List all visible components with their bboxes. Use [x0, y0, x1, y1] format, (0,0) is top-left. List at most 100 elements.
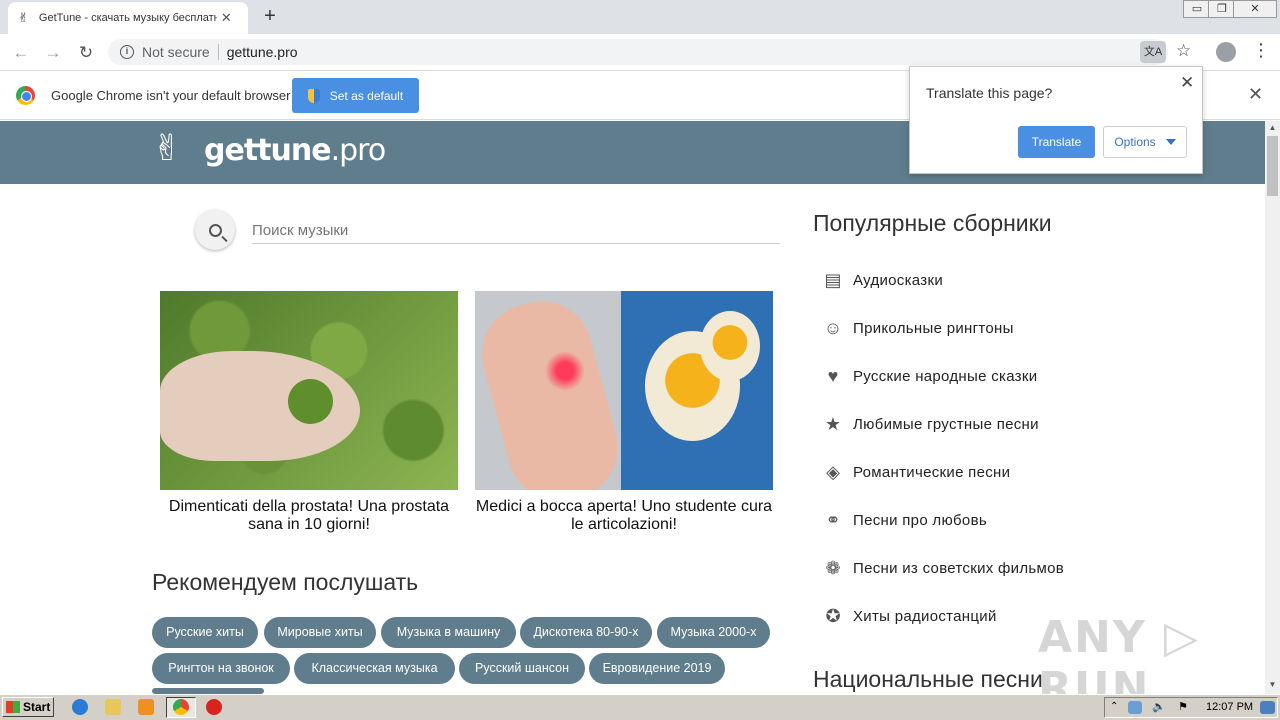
- logo-hand-icon[interactable]: ✌: [152, 127, 182, 169]
- sidebar-item-sad-songs[interactable]: ★ Любимые грустные песни: [822, 412, 1039, 436]
- kebab-menu-icon[interactable]: ⋮: [1252, 40, 1270, 61]
- profile-avatar-icon[interactable]: [1216, 42, 1236, 62]
- star-icon: ★: [824, 414, 842, 434]
- site-logo[interactable]: gettune.pro: [204, 133, 387, 168]
- logo-name: gettune: [204, 133, 332, 168]
- reload-icon[interactable]: ↻: [75, 42, 97, 64]
- search-icon: [208, 223, 222, 237]
- translate-close-icon[interactable]: ✕: [1180, 73, 1194, 93]
- set-as-default-label: Set as default: [329, 88, 404, 103]
- tag-music-2000[interactable]: Музыка 2000-х: [657, 617, 770, 648]
- ie-icon[interactable]: [72, 699, 88, 715]
- ad-image-knee-glow: [545, 351, 585, 391]
- media-player-icon[interactable]: [138, 699, 154, 715]
- translate-question: Translate this page?: [926, 85, 1053, 101]
- restore-button[interactable]: ❐: [1208, 0, 1236, 18]
- caret-down-icon: [1165, 139, 1176, 145]
- popular-collections-heading: Популярные сборники: [813, 210, 1052, 236]
- sidebar-item-label: Русские народные сказки: [853, 367, 1038, 385]
- url-text: gettune.pro: [226, 44, 298, 60]
- search-button[interactable]: [195, 210, 235, 250]
- start-label: Start: [23, 700, 51, 714]
- minimize-button[interactable]: ▭: [1183, 0, 1211, 18]
- sidebar-item-love-songs[interactable]: ⚭ Песни про любовь: [822, 508, 987, 532]
- opera-icon[interactable]: [206, 699, 222, 715]
- tag-ringtone[interactable]: Рингтон на звонок: [152, 653, 290, 684]
- tag-russian-hits[interactable]: Русские хиты: [152, 617, 258, 648]
- sidebar-item-audiotales[interactable]: ▤ Аудиосказки: [822, 268, 943, 292]
- show-desktop-icon[interactable]: [1260, 701, 1275, 714]
- sidebar-item-label: Романтические песни: [853, 463, 1011, 481]
- ad-image-joints[interactable]: [475, 291, 773, 490]
- new-tab-button[interactable]: +: [258, 4, 282, 28]
- logo-tld: .pro: [330, 133, 387, 168]
- chrome-icon: [173, 699, 189, 715]
- sidebar-item-funny-ringtones[interactable]: ☺ Прикольные рингтоны: [822, 316, 1014, 340]
- options-label: Options: [1114, 135, 1156, 149]
- sidebar-item-label: Прикольные рингтоны: [853, 319, 1014, 337]
- volume-icon[interactable]: 🔈: [1152, 701, 1166, 714]
- folder-icon[interactable]: [105, 699, 121, 715]
- infobar-message: Google Chrome isn't your default browser: [51, 88, 291, 103]
- chrome-logo-icon: [16, 86, 35, 105]
- vertical-scrollbar[interactable]: [1265, 121, 1280, 694]
- tag-classical[interactable]: Классическая музыка: [294, 653, 455, 684]
- tag-car-music[interactable]: Музыка в машину: [381, 617, 516, 648]
- start-button[interactable]: Start: [2, 697, 54, 717]
- translate-button[interactable]: Translate: [1018, 126, 1095, 158]
- ad-image-cone-shape: [288, 379, 333, 424]
- windows-flag-icon: [6, 701, 20, 713]
- gettune-favicon-icon: ✌: [18, 10, 29, 25]
- address-bar[interactable]: i Not secure gettune.pro: [108, 39, 1168, 65]
- cake-icon: ▤: [824, 270, 842, 290]
- infobar-close-icon[interactable]: ✕: [1248, 84, 1263, 105]
- ad-title-link[interactable]: Dimenticati della prostata! Una prostata…: [154, 498, 464, 534]
- sidebar-item-romantic-songs[interactable]: ◈ Романтические песни: [822, 460, 1010, 484]
- sidebar-item-soviet-films[interactable]: ❁ Песни из советских фильмов: [822, 556, 1064, 580]
- recommended-heading: Рекомендуем послушать: [152, 569, 419, 595]
- scrollbar-thumb[interactable]: [1267, 136, 1278, 196]
- scroll-up-icon[interactable]: ▲: [1265, 121, 1280, 135]
- tag-disco-80-90[interactable]: Дискотека 80-90-х: [520, 617, 652, 648]
- tag-chanson[interactable]: Русский шансон: [459, 653, 585, 684]
- action-center-flag-icon[interactable]: ⚑: [1178, 701, 1191, 714]
- back-arrow-icon[interactable]: ←: [10, 42, 32, 64]
- tray-expand-icon[interactable]: ⌃: [1110, 701, 1120, 713]
- translate-options-button[interactable]: Options: [1103, 126, 1187, 158]
- ad-image-prostate[interactable]: [160, 291, 458, 490]
- sidebar-item-label: Любимые грустные песни: [853, 415, 1039, 433]
- tag-world-hits[interactable]: Мировые хиты: [264, 617, 376, 648]
- set-as-default-button[interactable]: Set as default: [292, 78, 419, 113]
- sidebar-item-folk-tales[interactable]: ♥ Русские народные сказки: [822, 364, 1037, 388]
- ad-image-egg-shape: [700, 311, 760, 381]
- taskbar-clock[interactable]: 12:07 PM: [1206, 701, 1253, 713]
- sidebar-item-label: Песни про любовь: [853, 511, 987, 529]
- tab-close-icon[interactable]: ✕: [221, 10, 232, 26]
- heart-icon: ♥: [827, 366, 839, 386]
- tag-eurovision-2019[interactable]: Евровидение 2019: [589, 653, 725, 684]
- ad-image-leg-shape: [475, 291, 630, 490]
- tab-title: GetTune - скачать музыку бесплатно: [38, 12, 217, 24]
- smiley-icon: ☺: [823, 318, 843, 338]
- close-window-button[interactable]: ✕: [1233, 0, 1277, 18]
- browser-tab[interactable]: ✌ GetTune - скачать музыку бесплатно ✕: [8, 2, 248, 34]
- national-songs-heading: Национальные песни: [813, 666, 1043, 692]
- sidebar-item-radio-hits[interactable]: ✪ Хиты радиостанций: [822, 604, 997, 628]
- bookmark-star-icon[interactable]: ☆: [1176, 41, 1191, 61]
- info-icon[interactable]: i: [120, 45, 134, 59]
- sidebar-item-label: Песни из советских фильмов: [853, 559, 1065, 577]
- ad-title-link[interactable]: Medici a bocca aperta! Uno studente cura…: [469, 498, 779, 534]
- shield-icon: [307, 88, 320, 103]
- omnibox-separator: [217, 44, 219, 60]
- translate-icon[interactable]: 文A: [1140, 41, 1166, 63]
- sidebar-item-label: Хиты радиостанций: [853, 607, 997, 625]
- search-input[interactable]: [252, 218, 780, 244]
- motorcycle-icon: ⚭: [825, 510, 841, 530]
- network-icon[interactable]: [1128, 701, 1142, 714]
- sidebar-item-label: Аудиосказки: [853, 271, 943, 289]
- badge-star-icon: ✪: [825, 606, 841, 626]
- paw-icon: ❁: [825, 558, 841, 578]
- forward-arrow-icon[interactable]: →: [42, 42, 64, 64]
- tag-icon: ◈: [826, 462, 840, 482]
- security-label: Not secure: [142, 44, 210, 60]
